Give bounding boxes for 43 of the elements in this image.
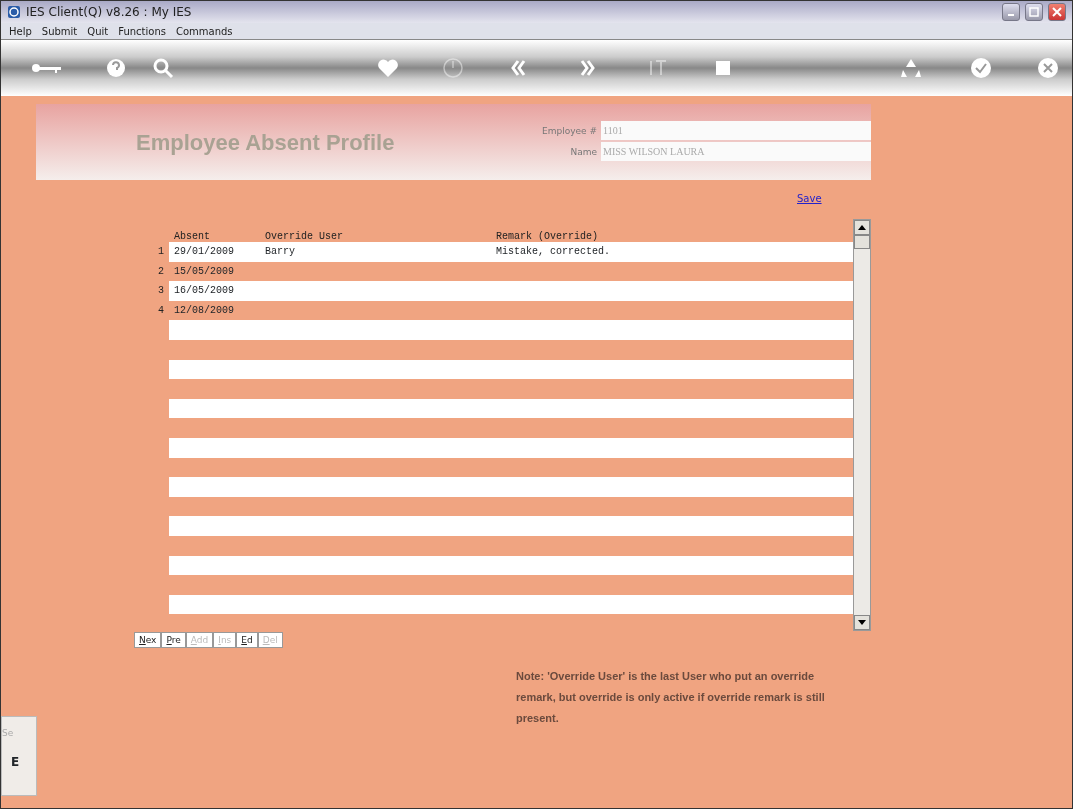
table-cell: Barry	[265, 246, 295, 258]
row-button[interactable]: Nex	[134, 631, 162, 648]
row-number: 1	[158, 246, 164, 258]
scroll-down-icon[interactable]	[854, 615, 870, 630]
menu-item[interactable]: Functions	[118, 23, 166, 39]
row-button[interactable]: Pre	[161, 631, 186, 648]
search-icon[interactable]	[151, 56, 175, 80]
page-title: Employee Absent Profile	[136, 128, 396, 157]
column-header: Absent	[173, 230, 211, 242]
row-number: 2	[158, 265, 164, 277]
row-number: 4	[158, 305, 164, 317]
window-title: IES Client(Q) v8.26 : My IES	[26, 4, 192, 21]
table-cell: 16/05/2009	[174, 285, 234, 297]
menu-item[interactable]: Submit	[41, 23, 78, 39]
field-label: Employee #	[541, 124, 598, 138]
row-button[interactable]: Ed	[236, 631, 258, 648]
table-cell: 29/01/2009	[174, 246, 234, 258]
maximize-button[interactable]	[1025, 3, 1043, 21]
scroll-up-icon[interactable]	[854, 220, 870, 235]
scroll-thumb[interactable]	[854, 235, 870, 249]
close-icon	[1052, 7, 1062, 17]
table-cell: 15/05/2009	[174, 265, 234, 277]
table-cell: 12/08/2009	[174, 305, 234, 317]
field-label: Name	[569, 145, 598, 159]
column-header: Override User	[264, 230, 344, 242]
menu-item[interactable]: Quit	[87, 23, 109, 39]
table-cell: Mistake, corrected.	[496, 246, 611, 258]
column-header: Remark (Override)	[496, 230, 600, 242]
scrollbar[interactable]	[853, 219, 871, 631]
checkmark-icon[interactable]	[969, 56, 993, 80]
minimize-button[interactable]	[1002, 3, 1020, 21]
menu-item[interactable]: Commands	[175, 23, 233, 39]
panel-label: Se	[2, 727, 14, 740]
panel-value: E	[11, 754, 20, 771]
help-icon[interactable]	[104, 56, 128, 80]
menu-item[interactable]: Help	[9, 23, 32, 39]
close-button[interactable]	[1048, 3, 1066, 21]
note-text: Note: 'Override User' is the last User who put an override remark, but override is only active if override remark is still present.	[516, 668, 826, 726]
save-link[interactable]: Save	[797, 191, 822, 206]
app-icon	[7, 5, 21, 19]
maximize-icon	[1029, 7, 1039, 17]
cancel-icon[interactable]	[1036, 56, 1060, 80]
row-number: 3	[158, 285, 164, 297]
